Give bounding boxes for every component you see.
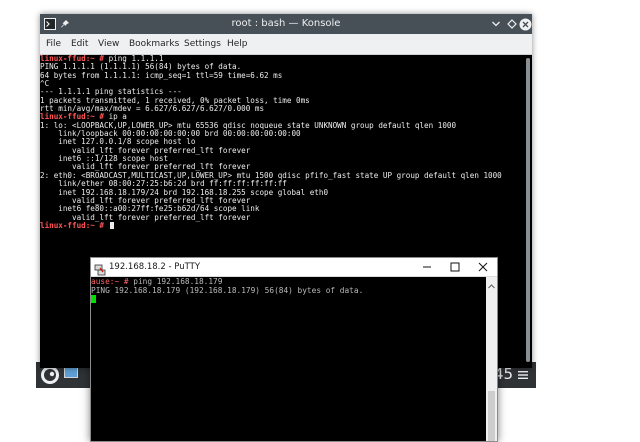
minimize-chevron-icon[interactable]: [490, 17, 502, 31]
taskbar-menu-icon[interactable]: [518, 370, 528, 380]
putty-scrollbar-thumb[interactable]: [488, 391, 495, 441]
konsole-menubar: File Edit View Bookmarks Settings Help: [40, 34, 532, 55]
terminal-line-text: 64 bytes from 1.1.1.1: icmp_seq=1 ttl=59…: [40, 70, 283, 80]
putty-titlebar[interactable]: 192.168.18.2 - PuTTY: [91, 258, 497, 277]
putty-window-title: 192.168.18.2 - PuTTY: [109, 262, 201, 272]
putty-maximize-icon[interactable]: [441, 258, 469, 276]
terminal-cursor: [109, 221, 114, 229]
menu-settings[interactable]: Settings: [184, 34, 221, 54]
menu-help[interactable]: Help: [227, 34, 248, 54]
terminal-line-text: ping 192.168.18.179: [128, 277, 223, 286]
menu-bookmarks[interactable]: Bookmarks: [129, 34, 179, 54]
window-title: root : bash — Konsole: [231, 18, 341, 29]
close-icon[interactable]: [518, 17, 532, 31]
terminal-line: PING 192.168.18.179 (192.168.18.179) 56(…: [91, 286, 485, 295]
terminal-line: linux-ffud:~ #: [40, 220, 524, 230]
shell-prompt: ause:~ #: [91, 277, 129, 286]
menu-edit[interactable]: Edit: [71, 34, 88, 54]
terminal-line-text: PING 192.168.18.179 (192.168.18.179) 56(…: [91, 286, 364, 295]
konsole-titlebar[interactable]: root : bash — Konsole: [40, 14, 532, 34]
terminal-line: ause:~ # ping 192.168.18.179: [91, 277, 485, 286]
menu-view[interactable]: View: [98, 34, 119, 54]
opensuse-launcher-icon[interactable]: [40, 365, 60, 385]
putty-cursor: [91, 295, 96, 303]
terminal-line: 64 bytes from 1.1.1.1: icmp_seq=1 ttl=59…: [40, 70, 524, 80]
menu-file[interactable]: File: [46, 34, 61, 54]
putty-close-icon[interactable]: [469, 258, 497, 276]
terminal-line: valid_lft forever preferred_lft forever: [40, 213, 524, 222]
maximize-diamond-icon[interactable]: [506, 17, 518, 31]
putty-terminal-output[interactable]: ause:~ # ping 192.168.18.179 PING 192.168…: [91, 277, 485, 441]
shell-prompt: linux-ffud:~ #: [40, 220, 105, 230]
terminal-line: [91, 295, 485, 304]
konsole-scrollbar[interactable]: [526, 58, 530, 362]
putty-app-icon[interactable]: [94, 261, 106, 276]
putty-window: 192.168.18.2 - PuTTY ause:~ # ping 192.1…: [90, 257, 498, 442]
terminal-line-text: [104, 221, 109, 230]
putty-scroll-up-icon[interactable]: [486, 277, 497, 289]
putty-minimize-icon[interactable]: [413, 258, 441, 276]
